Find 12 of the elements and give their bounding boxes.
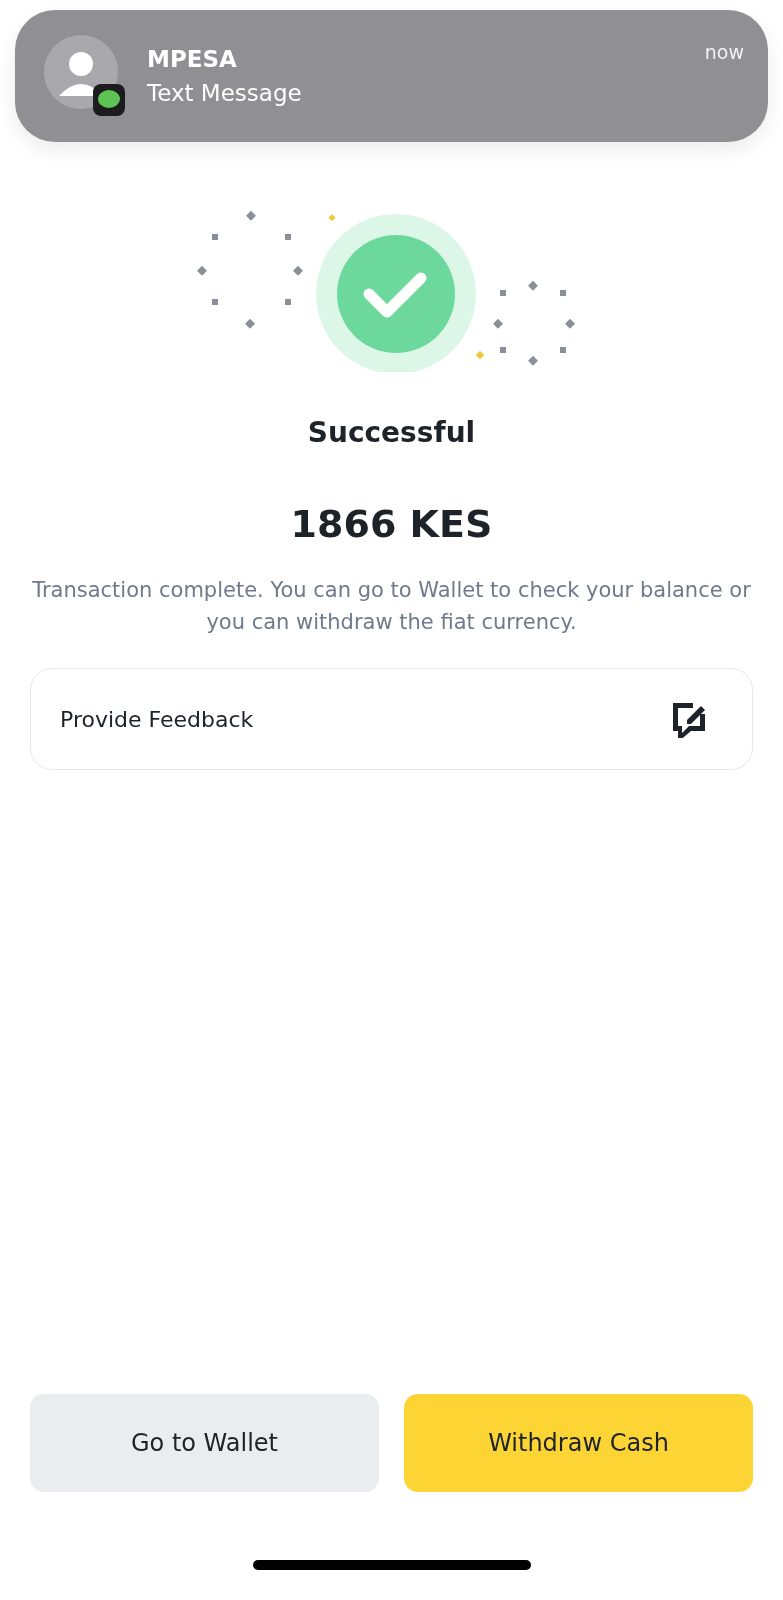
status-message: Transaction complete. You can go to Wallet to check your balance or you can withdraw the fiat currency. [31,577,752,636]
wallet-button[interactable]: Go to Wallet [30,1394,379,1492]
notification-subtitle: Text Message [147,79,303,108]
amount-text: 1866 KES [289,501,494,548]
notification-sender: MPESA [147,44,238,74]
notification-time: now [704,40,744,65]
contact-avatar-icon [43,34,127,118]
feedback-label: Provide Feedback [60,705,254,734]
status-title: Successful [306,415,477,451]
withdraw-button[interactable]: Withdraw Cash [404,1394,753,1492]
edit-icon [670,700,708,738]
feedback-row[interactable]: Provide Feedback [30,668,753,770]
